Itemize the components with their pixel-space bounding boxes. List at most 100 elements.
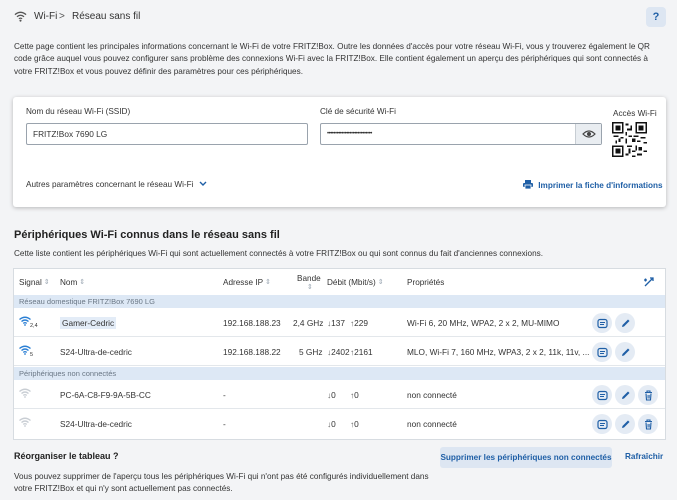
rate-up: 0 (354, 389, 359, 400)
key-label: Clé de sécurité Wi-Fi (320, 107, 396, 116)
device-name[interactable]: PC-6A-C8-F9-9A-5B-CC (60, 380, 151, 409)
edit-button[interactable] (615, 385, 635, 405)
delete-button[interactable] (638, 414, 658, 434)
network-card: Nom du réseau Wi-Fi (SSID) FRITZ!Box 769… (13, 97, 666, 207)
printer-icon (523, 180, 533, 190)
header-ip[interactable]: Adresse IP ⇕ (223, 269, 271, 295)
rate-up: 2161 (354, 346, 373, 357)
rate-down: 0 (331, 418, 336, 429)
details-icon (596, 347, 608, 357)
rate-down: 0 (331, 389, 336, 400)
device-band: 5 GHz (299, 346, 323, 357)
header-signal-label: Signal (19, 277, 42, 287)
trash-icon (644, 389, 652, 401)
trash-icon (644, 418, 652, 430)
devices-title: Périphériques Wi-Fi connus dans le résea… (14, 229, 280, 241)
devices-subtitle: Cette liste contient les périphériques W… (14, 249, 544, 258)
rate-up: 0 (354, 418, 359, 429)
table-row[interactable]: S24-Ultra-de-cedric - ↓ 0 ↑ 0 non connecté (14, 409, 665, 438)
chevron-down-icon (199, 181, 207, 186)
device-ip: 192.168.188.22 (223, 346, 281, 357)
ssid-value: FRITZ!Box 7690 LG (33, 129, 108, 139)
pencil-icon (621, 420, 629, 428)
signal-band-sub: 5 (30, 352, 34, 358)
edit-button[interactable] (615, 414, 635, 434)
header-rate[interactable]: Débit (Mbit/s) ⇕ (327, 269, 384, 295)
ssid-field[interactable]: FRITZ!Box 7690 LG (26, 123, 308, 145)
help-button[interactable]: ? (646, 7, 666, 27)
header-props-label: Propriétés (407, 277, 445, 287)
reorg-title: Réorganiser le tableau ? (14, 451, 119, 461)
device-props: Wi-Fi 6, 20 MHz, WPA2, 2 x 2, MU-MIMO (407, 317, 560, 328)
device-band: 2,4 GHz (293, 317, 324, 328)
device-ip: - (223, 418, 226, 429)
refresh-button[interactable]: Rafraîchir (625, 452, 663, 461)
key-value: •••••••••••••••••••••••••••• (327, 131, 372, 137)
details-button[interactable] (592, 414, 612, 434)
details-button[interactable] (592, 342, 612, 362)
print-info-link[interactable]: Imprimer la fiche d'informations (523, 180, 663, 190)
details-icon (596, 419, 608, 429)
sort-icon: ⇕ (43, 279, 50, 286)
rate-down: 2402 (331, 346, 350, 357)
details-button[interactable] (592, 385, 612, 405)
header-band[interactable]: Bande ⇕ (297, 269, 321, 295)
eye-icon (581, 130, 596, 138)
expand-columns-icon (644, 277, 654, 287)
rate-up: 229 (354, 317, 368, 328)
header-name-label: Nom (60, 277, 78, 287)
signal-off-icon (19, 388, 31, 398)
help-label: ? (652, 11, 660, 23)
header-band-label: Bande (297, 273, 321, 283)
intro-text: Cette page contient les principales info… (14, 42, 650, 76)
show-password-button[interactable] (575, 124, 601, 144)
breadcrumb-wifi[interactable]: Wi-Fi (34, 11, 57, 22)
details-icon (596, 390, 608, 400)
sort-icon: ⇕ (79, 279, 86, 286)
pencil-icon (621, 319, 629, 327)
more-settings-link[interactable]: Autres paramètres concernant le réseau W… (26, 180, 207, 189)
header-rate-label: Débit (Mbit/s) (327, 277, 376, 287)
device-name[interactable]: S24-Ultra-de-cedric (60, 409, 132, 438)
details-icon (596, 318, 608, 328)
ssid-label: Nom du réseau Wi-Fi (SSID) (26, 107, 131, 116)
device-ip: 192.168.188.23 (223, 317, 281, 328)
sort-icon: ⇕ (306, 283, 313, 291)
header-props: Propriétés (407, 269, 444, 295)
reorg-text: Vous pouvez supprimer de l'aperçu tous l… (14, 472, 429, 493)
delete-disconnected-button[interactable]: Supprimer les périphériques non connecté… (440, 447, 612, 468)
device-name[interactable]: S24-Ultra-de-cedric (60, 337, 132, 366)
table-row[interactable]: 5 S24-Ultra-de-cedric 192.168.188.22 5 G… (14, 337, 665, 366)
table-row[interactable]: 2,4 Gamer-Cedric 192.168.188.23 2,4 GHz … (14, 308, 665, 337)
qr-code[interactable] (612, 122, 647, 157)
signal-band-sub: 2,4 (30, 323, 38, 329)
device-name[interactable]: Gamer-Cedric (60, 316, 117, 329)
print-label: Imprimer la fiche d'informations (538, 181, 663, 190)
key-field[interactable]: •••••••••••••••••••••••••••• (320, 123, 602, 145)
group-home-network: Réseau domestique FRITZ!Box 7690 LG (14, 295, 665, 308)
delete-disconnected-label: Supprimer les périphériques non connecté… (440, 453, 612, 462)
sort-icon: ⇕ (265, 279, 271, 286)
edit-button[interactable] (615, 313, 635, 333)
header-ip-label: Adresse IP (223, 277, 264, 287)
device-props: MLO, Wi-Fi 7, 160 MHz, WPA3, 2 x 2, 11k,… (407, 346, 590, 357)
header-signal[interactable]: Signal ⇕ (19, 269, 50, 295)
column-settings-button[interactable] (643, 269, 655, 295)
qr-label: Accès Wi-Fi (613, 109, 657, 118)
page-title: Réseau sans fil (72, 11, 141, 22)
table-row[interactable]: PC-6A-C8-F9-9A-5B-CC - ↓ 0 ↑ 0 non connect… (14, 380, 665, 409)
sort-icon: ⇕ (377, 279, 384, 286)
edit-button[interactable] (615, 342, 635, 362)
device-ip: - (223, 389, 226, 400)
more-settings-label: Autres paramètres concernant le réseau W… (26, 180, 194, 189)
pencil-icon (621, 348, 629, 356)
group-disconnected: Périphériques non connectés (14, 367, 665, 380)
wifi-icon (14, 11, 27, 22)
device-props: non connecté (407, 418, 457, 429)
pencil-icon (621, 391, 629, 399)
delete-button[interactable] (638, 385, 658, 405)
details-button[interactable] (592, 313, 612, 333)
header-name[interactable]: Nom ⇕ (60, 269, 85, 295)
signal-off-icon (19, 417, 31, 427)
rate-down: 137 (331, 317, 345, 328)
